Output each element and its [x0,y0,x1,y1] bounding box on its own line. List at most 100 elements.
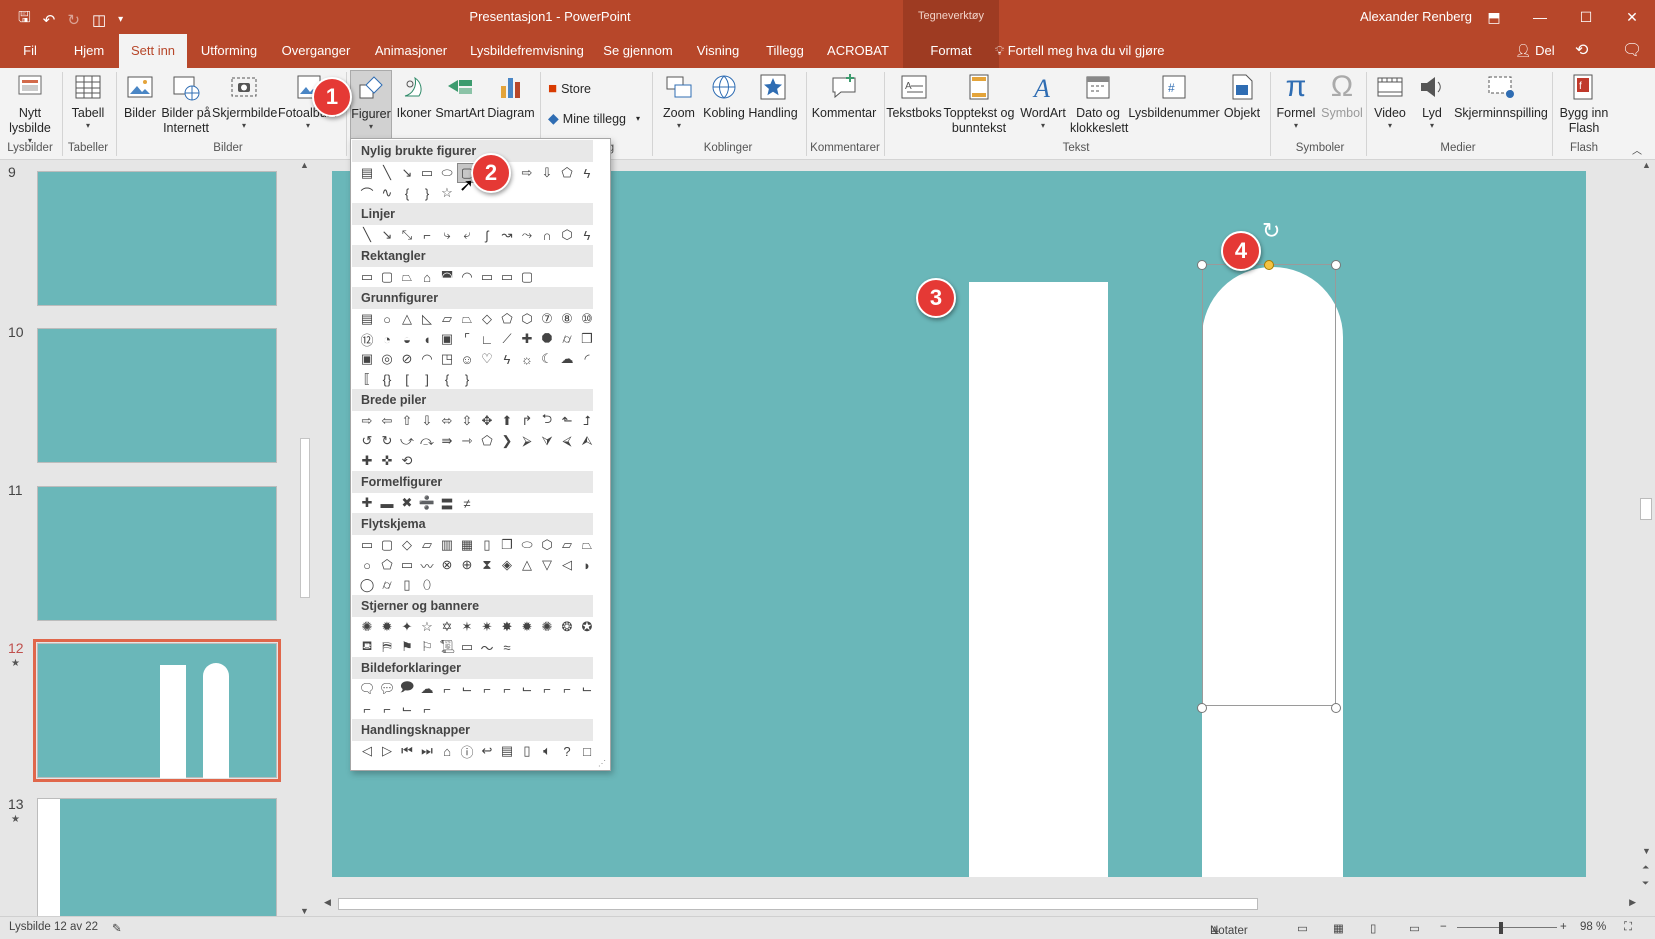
shape-ribbon-up[interactable]: ⛾ [357,637,377,657]
comments-icon[interactable]: 🗨︎ [1622,34,1642,68]
shape-teardrop[interactable]: ◖ [417,329,437,349]
slide-vertical-scrollbar[interactable]: ▲ ▼ ⏶ ⏷ [1638,160,1655,896]
shape-explosion-1[interactable]: ✺ [357,617,377,637]
shape-donut[interactable]: ◎ [377,349,397,369]
shape-lightning-bolt[interactable]: ϟ [497,349,517,369]
tab-se-gjennom[interactable]: Se gjennom [603,34,673,68]
zoom-out-icon[interactable]: − [1440,921,1447,933]
shape-brace-right[interactable]: } [417,183,437,203]
shape-curved-up-arrow[interactable]: ⤻ [397,431,417,451]
action-button-back[interactable]: ◁ [357,741,377,761]
shape-24-point-star[interactable]: ❂ [557,617,577,637]
shape-octagon[interactable]: ⑧ [557,309,577,329]
shape-multiply[interactable]: ✖ [397,493,417,513]
shape-oval[interactable]: ○ [377,309,397,329]
shape-round-single-corner-rectangle[interactable]: ▭ [497,267,517,287]
shape-elbow-arrow[interactable]: ⤷ [437,225,457,245]
video-button[interactable]: Video ▾ [1370,72,1410,131]
scroll-left-icon[interactable]: ◀ [324,897,331,908]
textbox-button[interactable]: A Tekstboks [886,72,942,121]
action-button[interactable]: Handling [746,72,800,121]
shape-flowchart-manual-input[interactable]: ⏥ [557,535,577,555]
shape-line-callout-1-accent[interactable]: ⌐ [497,679,517,699]
zoom-slider-thumb[interactable] [1499,922,1503,934]
zoom-in-icon[interactable]: + [1560,921,1567,933]
shape-star[interactable]: ☆ [437,183,457,203]
pictures-button[interactable]: Bilder [120,72,160,121]
resize-handle[interactable] [1197,260,1207,270]
rotate-handle-icon[interactable]: ↻ [1262,218,1280,244]
shape-pentagon[interactable]: ⬠ [497,309,517,329]
shape-curve[interactable]: ∿ [377,183,397,203]
shape-bent-arrow[interactable]: ↱ [517,411,537,431]
shape-line-callout-3[interactable]: ⌐ [477,679,497,699]
shape-curved-connector[interactable]: ʃ [477,225,497,245]
shapes-button[interactable]: Figurer ▾ [350,70,392,142]
slide-thumbnail-12[interactable] [33,639,281,782]
scrollbar-thumb[interactable] [1640,498,1652,520]
shape-snip-corner-rectangle[interactable]: ⏢ [397,267,417,287]
thumbnails-scrollbar[interactable]: ▲ ▼ [298,160,312,916]
shape-ribbon-down[interactable]: ⛿ [377,637,397,657]
action-button-home[interactable]: ⌂ [437,741,457,761]
shape-round-diagonal-rectangle[interactable]: ▭ [477,267,497,287]
shape-oval-callout[interactable]: 🗩︎ [397,679,417,699]
shape-flowchart-multidocument[interactable]: ❐ [497,535,517,555]
shape-line-callout-3-accent[interactable]: ⌐ [537,679,557,699]
shape-cross[interactable]: ✚ [517,329,537,349]
shape-curved-ribbon-down[interactable]: ⚐ [417,637,437,657]
shape-not-equal[interactable]: ≠ [457,493,477,513]
shape-flowchart-sort[interactable]: ◈ [497,555,517,575]
shape-triangle[interactable]: △ [397,309,417,329]
zoom-level[interactable]: 98 % [1580,921,1606,933]
shape-wave[interactable]: 〜 [477,637,497,657]
tab-visning[interactable]: Visning [690,34,746,68]
maximize-icon[interactable]: ☐ [1563,0,1609,34]
shape-line-callout-2[interactable]: ⌙ [457,679,477,699]
shape-flowchart-connector[interactable]: ○ [357,555,377,575]
shape-quad-arrow-callout[interactable]: ✜ [377,451,397,471]
shape-6-point-star[interactable]: ✡ [437,617,457,637]
shape-double-brace[interactable]: {} [377,369,397,389]
shape-right-brace[interactable]: } [457,369,477,389]
shape-5-point-star[interactable]: ☆ [417,617,437,637]
icons-button[interactable]: Ikoner [394,72,434,121]
shape-minus[interactable]: ▬ [377,493,397,513]
shape-chord[interactable]: ◒ [397,329,417,349]
my-addins-button[interactable]: ◆ Mine tillegg ▾ [548,110,640,127]
shape-pentagon[interactable]: ⬠ [557,163,577,183]
shape-curved-ribbon-up[interactable]: ⚑ [397,637,417,657]
wordart-button[interactable]: A WordArt ▾ [1018,72,1068,131]
shape-curved-down-arrow[interactable]: ⤼ [417,431,437,451]
shape-flowchart-manual-operation[interactable]: ⏢ [577,535,597,555]
shape-flowchart-extract[interactable]: △ [517,555,537,575]
minimize-icon[interactable]: — [1517,0,1563,34]
rectangle-shape[interactable] [969,282,1108,877]
shape-heart[interactable]: ♡ [477,349,497,369]
object-button[interactable]: Objekt [1220,72,1264,121]
shape-circular-arrow[interactable]: ⟲ [397,451,417,471]
date-time-button[interactable]: Dato og klokkeslett [1070,72,1128,136]
fit-slide-icon[interactable]: ⛶ [1624,921,1632,934]
scroll-down-icon[interactable]: ▼ [1642,846,1651,856]
shape-right-arrow[interactable]: ⇨ [357,411,377,431]
shape-plaque[interactable]: ⯃ [537,329,557,349]
online-pictures-button[interactable]: Bilder på Internett [160,72,212,136]
shape-arc[interactable]: ⌒ [357,183,377,203]
shape-double-wave[interactable]: ≈ [497,637,517,657]
reading-view-icon[interactable]: ▯ [1370,921,1376,935]
scrollbar-thumb[interactable] [338,898,1258,910]
slide-horizontal-scrollbar[interactable]: ◀ ▶ [322,896,1638,912]
shape-curved-double-arrow[interactable]: ⤳ [517,225,537,245]
adjust-handle[interactable] [1264,260,1274,270]
shape-rectangle[interactable]: ▭ [417,163,437,183]
shape-rounded-callout[interactable]: 💬︎ [377,679,397,699]
shape-flowchart-summing-junction[interactable]: ⊗ [437,555,457,575]
shape-left-right-arrow-callout[interactable]: ✚ [357,451,377,471]
table-button[interactable]: Tabell ▾ [66,72,110,131]
shape-divide[interactable]: ➗ [417,493,437,513]
shape-right-arrow-callout[interactable]: ⮚ [517,431,537,451]
header-footer-button[interactable]: Topptekst og bunntekst [942,72,1016,136]
tab-fil[interactable]: Fil [14,34,46,68]
shape-flowchart-predefined-process[interactable]: ▥ [437,535,457,555]
